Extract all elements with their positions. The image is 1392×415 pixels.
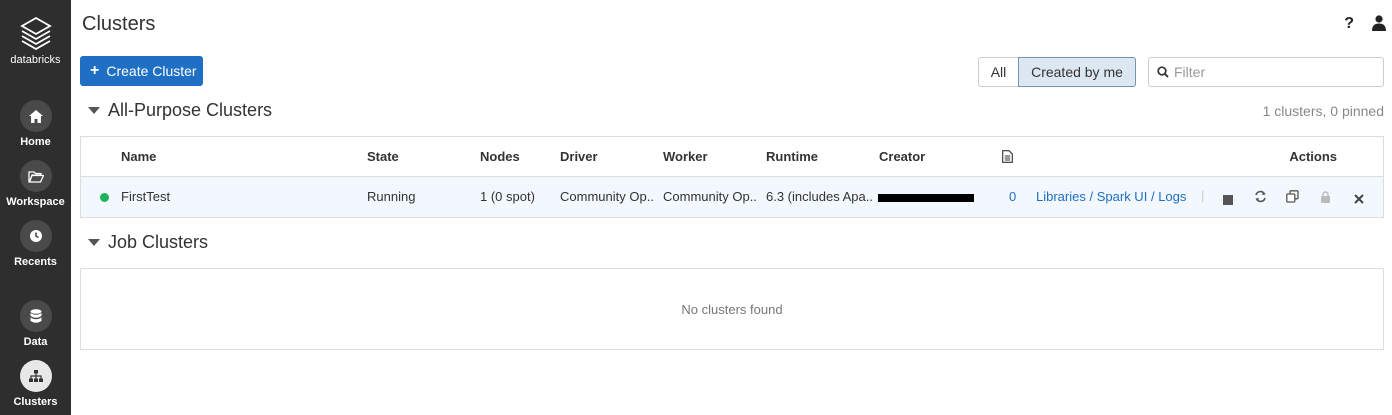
sidebar-item-clusters[interactable]: Clusters [0,360,71,408]
link-separator: / [1150,189,1155,204]
stop-icon[interactable] [1223,192,1233,210]
libraries-link[interactable]: Libraries [1036,189,1086,204]
column-header-name[interactable]: Name [121,149,156,164]
filter-created-by-me-button[interactable]: Created by me [1018,57,1136,87]
databricks-logo-icon [19,16,52,50]
column-header-nodes[interactable]: Nodes [480,149,520,164]
clone-icon[interactable] [1286,190,1299,208]
running-status-icon [100,193,109,202]
cluster-summary: 1 clusters, 0 pinned [1262,103,1384,119]
column-header-runtime[interactable]: Runtime [766,149,818,164]
home-icon [19,100,52,132]
sidebar-item-recents[interactable]: Recents [0,220,71,268]
cluster-worker: Community Op.. [663,189,757,204]
clock-icon [19,220,52,252]
logs-link[interactable]: Logs [1158,189,1186,204]
sitemap-icon [19,360,52,392]
job-clusters-section-header[interactable]: Job Clusters [88,232,208,253]
sidebar-item-label: Workspace [6,196,65,208]
actions-divider: | [1201,188,1205,203]
cluster-runtime: 6.3 (includes Apa.. [766,189,873,204]
all-purpose-section-header[interactable]: All-Purpose Clusters [88,100,272,121]
column-header-creator[interactable]: Creator [879,149,925,164]
help-icon[interactable]: ? [1344,15,1354,33]
column-header-state[interactable]: State [367,149,399,164]
creator-redacted [878,194,974,202]
sidebar-item-workspace[interactable]: Workspace [0,160,71,208]
user-icon[interactable] [1372,15,1386,36]
sidebar-item-label: Data [23,336,48,348]
column-header-actions: Actions [1289,149,1337,164]
spark-ui-link[interactable]: Spark UI [1097,189,1148,204]
folder-open-icon [19,160,52,192]
table-header: Name State Nodes Driver Worker Runtime C… [81,137,1383,177]
caret-down-icon [88,239,100,246]
cluster-links: Libraries / Spark UI / Logs [1036,189,1186,204]
brand-logo[interactable]: databricks [0,16,71,66]
cluster-nodes: 1 (0 spot) [480,189,535,204]
sidebar-item-label: Home [20,136,51,148]
column-header-worker[interactable]: Worker [663,149,708,164]
job-clusters-title: Job Clusters [108,232,209,252]
restart-icon[interactable] [1254,190,1267,208]
filter-all-button[interactable]: All [978,57,1018,87]
plus-icon: + [90,62,100,79]
all-purpose-clusters-table: Name State Nodes Driver Worker Runtime C… [80,136,1384,218]
notebooks-count-link[interactable]: 0 [1009,189,1016,204]
filter-input[interactable] [1174,64,1374,80]
link-separator: / [1089,189,1094,204]
caret-down-icon [88,107,100,114]
sidebar-item-data[interactable]: Data [0,300,71,348]
table-row[interactable]: FirstTest Running 1 (0 spot) Community O… [81,177,1383,217]
cluster-state: Running [367,189,416,204]
all-purpose-title: All-Purpose Clusters [108,100,273,120]
lock-icon[interactable] [1321,190,1330,208]
main-content: Clusters ? + Create Cluster All Created … [71,0,1392,415]
sidebar-item-label: Clusters [13,396,58,408]
page-title: Clusters [82,13,156,35]
brand-name: databricks [10,54,61,66]
delete-icon[interactable] [1354,191,1364,209]
sidebar-item-home[interactable]: Home [0,100,71,148]
sidebar: databricks Home Workspace Recents Data C… [0,0,71,415]
notebook-icon [1002,150,1013,166]
sidebar-item-label: Recents [14,256,57,268]
job-clusters-empty-state: No clusters found [80,268,1384,350]
empty-message: No clusters found [681,301,783,317]
create-cluster-label: Create Cluster [106,63,197,79]
search-icon [1157,66,1169,78]
cluster-driver: Community Op.. [560,189,654,204]
create-cluster-button[interactable]: + Create Cluster [80,56,203,86]
cluster-name-link[interactable]: FirstTest [121,189,170,204]
database-icon [19,300,52,332]
column-header-driver[interactable]: Driver [560,149,598,164]
filter-field[interactable] [1148,57,1384,87]
